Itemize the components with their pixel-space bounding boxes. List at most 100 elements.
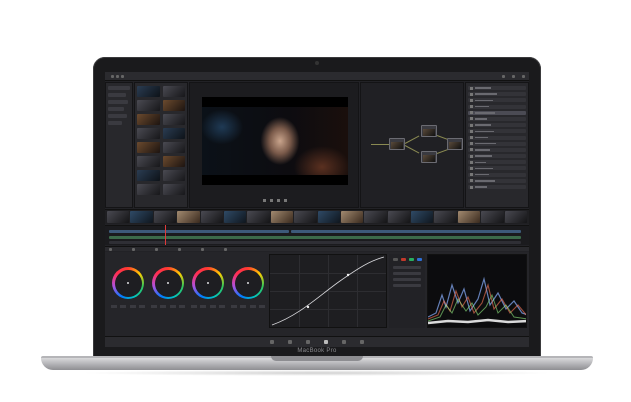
luma-button[interactable] bbox=[393, 258, 398, 261]
grade-node[interactable] bbox=[421, 151, 437, 163]
green-channel-button[interactable] bbox=[409, 258, 414, 261]
effect-item[interactable] bbox=[468, 172, 526, 177]
edit-field[interactable] bbox=[393, 284, 421, 287]
effect-item[interactable] bbox=[468, 154, 526, 159]
effect-item[interactable] bbox=[468, 98, 526, 103]
timeline-clip[interactable] bbox=[434, 211, 457, 223]
list-item[interactable] bbox=[108, 107, 124, 111]
playhead[interactable] bbox=[165, 225, 166, 245]
edit-field[interactable] bbox=[393, 278, 421, 281]
timeline-clip[interactable] bbox=[294, 211, 317, 223]
library-icon[interactable] bbox=[522, 74, 525, 78]
page-nav-icon[interactable] bbox=[306, 340, 310, 344]
page-nav-icon[interactable] bbox=[288, 340, 292, 344]
gallery-icon[interactable] bbox=[502, 74, 505, 78]
clip-thumbnail[interactable] bbox=[162, 142, 185, 153]
color-wheel-gain[interactable] bbox=[191, 255, 225, 325]
effect-item[interactable] bbox=[468, 129, 526, 134]
scopes-icon[interactable] bbox=[224, 247, 227, 251]
timeline-clip[interactable] bbox=[130, 211, 153, 223]
audio-track[interactable] bbox=[109, 241, 521, 244]
timeline-clip[interactable] bbox=[457, 211, 481, 223]
wheels-icon[interactable] bbox=[109, 247, 112, 251]
clip-thumbnail[interactable] bbox=[137, 100, 160, 111]
video-track[interactable] bbox=[291, 230, 521, 233]
clip-thumbnail[interactable] bbox=[162, 86, 185, 97]
effect-item[interactable] bbox=[468, 135, 526, 140]
grade-node[interactable] bbox=[447, 138, 463, 150]
color-wheel-icon[interactable] bbox=[232, 267, 264, 299]
color-wheel-gamma[interactable] bbox=[151, 255, 185, 325]
clip-thumbnail[interactable] bbox=[137, 114, 160, 125]
color-wheel-icon[interactable] bbox=[192, 267, 224, 299]
list-item[interactable] bbox=[108, 100, 128, 104]
video-track[interactable] bbox=[109, 230, 289, 233]
color-wheel-offset[interactable] bbox=[231, 255, 265, 325]
list-item[interactable] bbox=[108, 86, 130, 90]
timeline-clip[interactable] bbox=[107, 211, 130, 223]
edit-field[interactable] bbox=[393, 272, 421, 275]
tracker-icon[interactable] bbox=[201, 247, 204, 251]
effect-item-selected[interactable] bbox=[468, 110, 526, 115]
clip-thumbnail[interactable] bbox=[137, 156, 160, 167]
page-nav-icon[interactable] bbox=[324, 340, 328, 344]
rewind-icon[interactable] bbox=[263, 198, 266, 202]
clip-thumbnail[interactable] bbox=[162, 100, 185, 111]
clip-thumbnail[interactable] bbox=[137, 142, 160, 153]
timeline-clip[interactable] bbox=[364, 211, 387, 223]
effect-item[interactable] bbox=[468, 92, 526, 97]
qualifier-icon[interactable] bbox=[155, 247, 158, 251]
grade-node[interactable] bbox=[421, 125, 437, 137]
clips-icon[interactable] bbox=[116, 74, 119, 78]
color-wheel-icon[interactable] bbox=[112, 267, 144, 299]
window-icon[interactable] bbox=[178, 247, 181, 251]
timeline-clip[interactable] bbox=[387, 211, 411, 223]
timeline-clip[interactable] bbox=[177, 211, 200, 223]
page-nav-icon[interactable] bbox=[342, 340, 346, 344]
timeline-clip[interactable] bbox=[223, 211, 247, 223]
timeline-clip[interactable] bbox=[200, 211, 223, 223]
clip-thumbnail[interactable] bbox=[162, 170, 185, 181]
timeline-clip[interactable] bbox=[504, 211, 528, 223]
edit-field[interactable] bbox=[393, 266, 421, 269]
effect-item[interactable] bbox=[468, 185, 526, 189]
effect-item[interactable] bbox=[468, 123, 526, 128]
mini-timeline[interactable] bbox=[105, 225, 529, 245]
clip-thumbnail[interactable] bbox=[137, 170, 160, 181]
effect-item[interactable] bbox=[468, 147, 526, 152]
clip-thumbnail[interactable] bbox=[137, 86, 160, 97]
effect-item[interactable] bbox=[468, 178, 526, 183]
blue-channel-button[interactable] bbox=[417, 258, 422, 261]
effect-item[interactable] bbox=[468, 141, 526, 146]
timeline-clip[interactable] bbox=[481, 211, 504, 223]
effect-item[interactable] bbox=[468, 166, 526, 171]
nodes-icon[interactable] bbox=[121, 74, 124, 78]
timeline-clip[interactable] bbox=[411, 211, 434, 223]
grade-node[interactable] bbox=[389, 138, 405, 150]
page-nav-icon[interactable] bbox=[270, 340, 274, 344]
play-icon[interactable] bbox=[277, 198, 280, 202]
color-wheel-icon[interactable] bbox=[152, 267, 184, 299]
clip-thumbnail[interactable] bbox=[162, 128, 185, 139]
clip-thumbnail[interactable] bbox=[137, 128, 160, 139]
color-wheel-lift[interactable] bbox=[111, 255, 145, 325]
stop-icon[interactable] bbox=[270, 198, 273, 202]
timeline-clip[interactable] bbox=[340, 211, 364, 223]
effect-item[interactable] bbox=[468, 160, 526, 165]
effect-item[interactable] bbox=[468, 116, 526, 121]
timeline-clip[interactable] bbox=[247, 211, 270, 223]
clip-thumbnail[interactable] bbox=[162, 156, 185, 167]
list-item[interactable] bbox=[108, 93, 126, 97]
list-item[interactable] bbox=[108, 114, 127, 118]
clip-thumbnail[interactable] bbox=[162, 184, 185, 195]
media-icon[interactable] bbox=[111, 74, 114, 78]
lut-icon[interactable] bbox=[512, 74, 515, 78]
curve-line[interactable] bbox=[270, 255, 386, 327]
effect-item[interactable] bbox=[468, 86, 526, 90]
effect-item[interactable] bbox=[468, 104, 526, 109]
curves-editor[interactable] bbox=[269, 254, 387, 328]
video-frame[interactable] bbox=[202, 97, 348, 185]
list-item[interactable] bbox=[108, 121, 122, 125]
forward-icon[interactable] bbox=[284, 198, 287, 202]
audio-track[interactable] bbox=[109, 236, 521, 239]
